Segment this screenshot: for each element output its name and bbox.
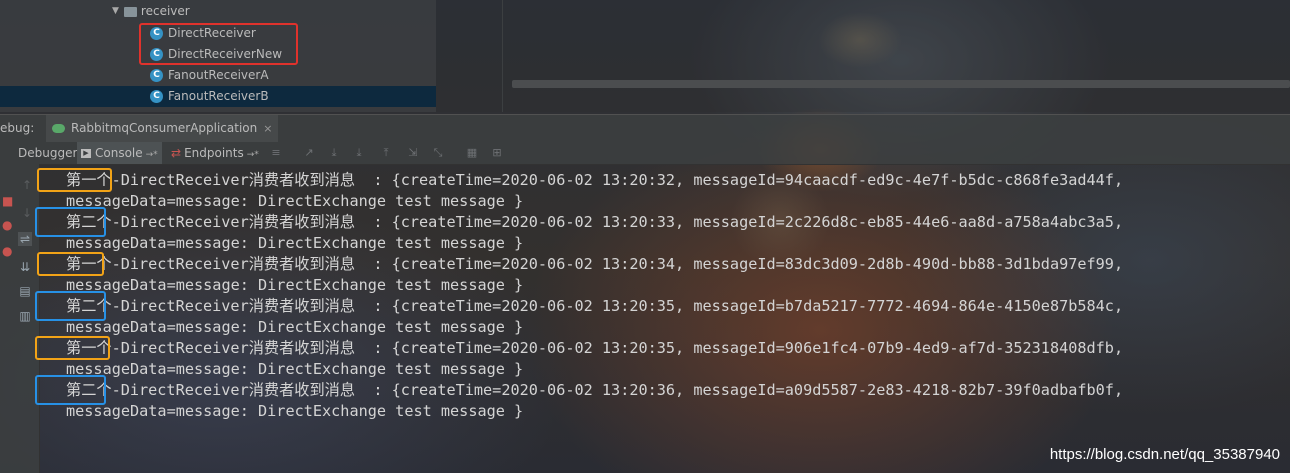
close-icon[interactable]: × <box>263 122 272 135</box>
blue-annotation-box <box>35 207 106 237</box>
tree-item-label: FanoutReceiverB <box>168 89 269 103</box>
tab-debugger[interactable]: Debugger <box>14 142 81 164</box>
run-config-label: RabbitmqConsumerApplication <box>71 121 258 135</box>
orange-annotation-box <box>37 252 104 276</box>
view-breakpoints-icon[interactable]: ● <box>2 218 12 232</box>
threads-icon[interactable]: ⊞ <box>491 147 503 159</box>
console-icon: ▶ <box>81 149 91 158</box>
log-text: -DirectReceiver消费者收到消息 : {createTime=202… <box>111 339 1124 357</box>
down-arrow-icon[interactable]: ↓ <box>20 206 34 220</box>
class-icon: C <box>150 90 163 103</box>
log-line: 第二个-DirectReceiver消费者收到消息 : {createTime=… <box>66 380 1123 401</box>
log-line-continuation: messageData=message: DirectExchange test… <box>66 192 524 210</box>
log-line-continuation: messageData=message: DirectExchange test… <box>66 276 524 294</box>
soft-wrap-icon[interactable]: ⇌ <box>18 232 32 246</box>
endpoints-tab-label: Endpoints <box>184 146 244 160</box>
up-arrow-icon[interactable]: ↑ <box>20 178 34 192</box>
log-line: 第一个-DirectReceiver消费者收到消息 : {createTime=… <box>66 254 1123 275</box>
tab-console[interactable]: ▶ Console →* <box>77 142 162 164</box>
log-text: -DirectReceiver消费者收到消息 : {createTime=202… <box>111 297 1124 315</box>
expand-caret-icon[interactable]: ▼ <box>112 1 119 22</box>
tab-run-configuration[interactable]: RabbitmqConsumerApplication × <box>46 115 279 142</box>
run-to-cursor-icon[interactable]: ⇲ <box>407 147 419 159</box>
step-into-icon[interactable]: ⤓ <box>353 147 365 159</box>
step-out-icon[interactable]: ⤒ <box>380 147 392 159</box>
debugger-tab-label: Debugger <box>18 146 78 160</box>
menu-lines-icon[interactable]: ≡ <box>270 147 282 159</box>
blue-annotation-box <box>35 291 106 321</box>
tree-folder-receiver[interactable]: ▼ receiver <box>112 1 190 22</box>
frames-icon[interactable]: ▦ <box>466 147 478 159</box>
log-text: -DirectReceiver消费者收到消息 : {createTime=202… <box>111 171 1124 189</box>
clear-all-icon[interactable]: ▥ <box>18 309 32 323</box>
debug-window-label: ebug: <box>0 121 35 135</box>
log-line: 第一个-DirectReceiver消费者收到消息 : {createTime=… <box>66 338 1123 359</box>
pin-icon[interactable]: →* <box>146 150 158 160</box>
console-output[interactable]: 第一个-DirectReceiver消费者收到消息 : {createTime=… <box>35 164 1290 473</box>
debug-toolbar: Debugger ▶ Console →* ⇄ Endpoints →* ≡ ↗ ⤓ ⤓… <box>0 142 1290 165</box>
tab-endpoints[interactable]: ⇄ Endpoints →* <box>167 142 263 164</box>
console-tab-label: Console <box>95 146 143 160</box>
stop-icon[interactable]: ■ <box>2 194 13 208</box>
console-gutter: ↑ ↓ ⇌ ⇊ ▤ ▥ ■ ● ● <box>0 164 40 473</box>
tree-item-label: FanoutReceiverA <box>168 68 269 82</box>
log-text: -DirectReceiver消费者收到消息 : {createTime=202… <box>111 255 1124 273</box>
log-line-continuation: messageData=message: DirectExchange test… <box>66 318 524 336</box>
editor-area <box>436 0 1290 112</box>
folder-icon <box>123 6 137 17</box>
blue-annotation-box <box>35 375 106 405</box>
evaluate-icon[interactable]: ⤡ <box>432 147 444 159</box>
highlight-box-direct-receivers <box>139 23 298 65</box>
endpoints-icon: ⇄ <box>171 146 182 160</box>
scroll-to-end-icon[interactable]: ⇊ <box>18 260 32 274</box>
log-line-continuation: messageData=message: DirectExchange test… <box>66 234 524 252</box>
tree-item-fanoutreceiverb[interactable]: C FanoutReceiverB <box>0 86 436 107</box>
log-line: 第二个-DirectReceiver消费者收到消息 : {createTime=… <box>66 212 1123 233</box>
log-text: -DirectReceiver消费者收到消息 : {createTime=202… <box>111 213 1124 231</box>
pin-icon[interactable]: →* <box>247 150 259 160</box>
project-tree-panel: ▼ receiver C DirectReceiver C DirectReceive… <box>0 0 436 112</box>
horizontal-scrollbar[interactable] <box>512 80 1290 88</box>
panel-divider <box>502 0 503 112</box>
print-icon[interactable]: ▤ <box>18 284 32 298</box>
log-line: 第一个-DirectReceiver消费者收到消息 : {createTime=… <box>66 170 1123 191</box>
log-text: -DirectReceiver消费者收到消息 : {createTime=202… <box>111 381 1124 399</box>
folder-label: receiver <box>140 4 190 18</box>
log-line: 第二个-DirectReceiver消费者收到消息 : {createTime=… <box>66 296 1123 317</box>
watermark-url: https://blog.csdn.net/qq_35387940 <box>1049 446 1280 463</box>
class-icon: C <box>150 69 163 82</box>
mute-breakpoints-icon[interactable]: ● <box>2 244 12 258</box>
log-line-continuation: messageData=message: DirectExchange test… <box>66 360 524 378</box>
orange-annotation-box <box>37 168 112 192</box>
tree-item-fanoutreceivera[interactable]: C FanoutReceiverA <box>150 65 290 86</box>
log-line-continuation: messageData=message: DirectExchange test… <box>66 402 524 420</box>
orange-annotation-box <box>35 336 110 360</box>
bug-icon <box>52 124 65 133</box>
show-execution-point-icon[interactable]: ↗ <box>303 147 315 159</box>
debug-tab-bar: ebug: RabbitmqConsumerApplication × <box>0 114 1290 142</box>
step-over-icon[interactable]: ⤓ <box>328 147 340 159</box>
